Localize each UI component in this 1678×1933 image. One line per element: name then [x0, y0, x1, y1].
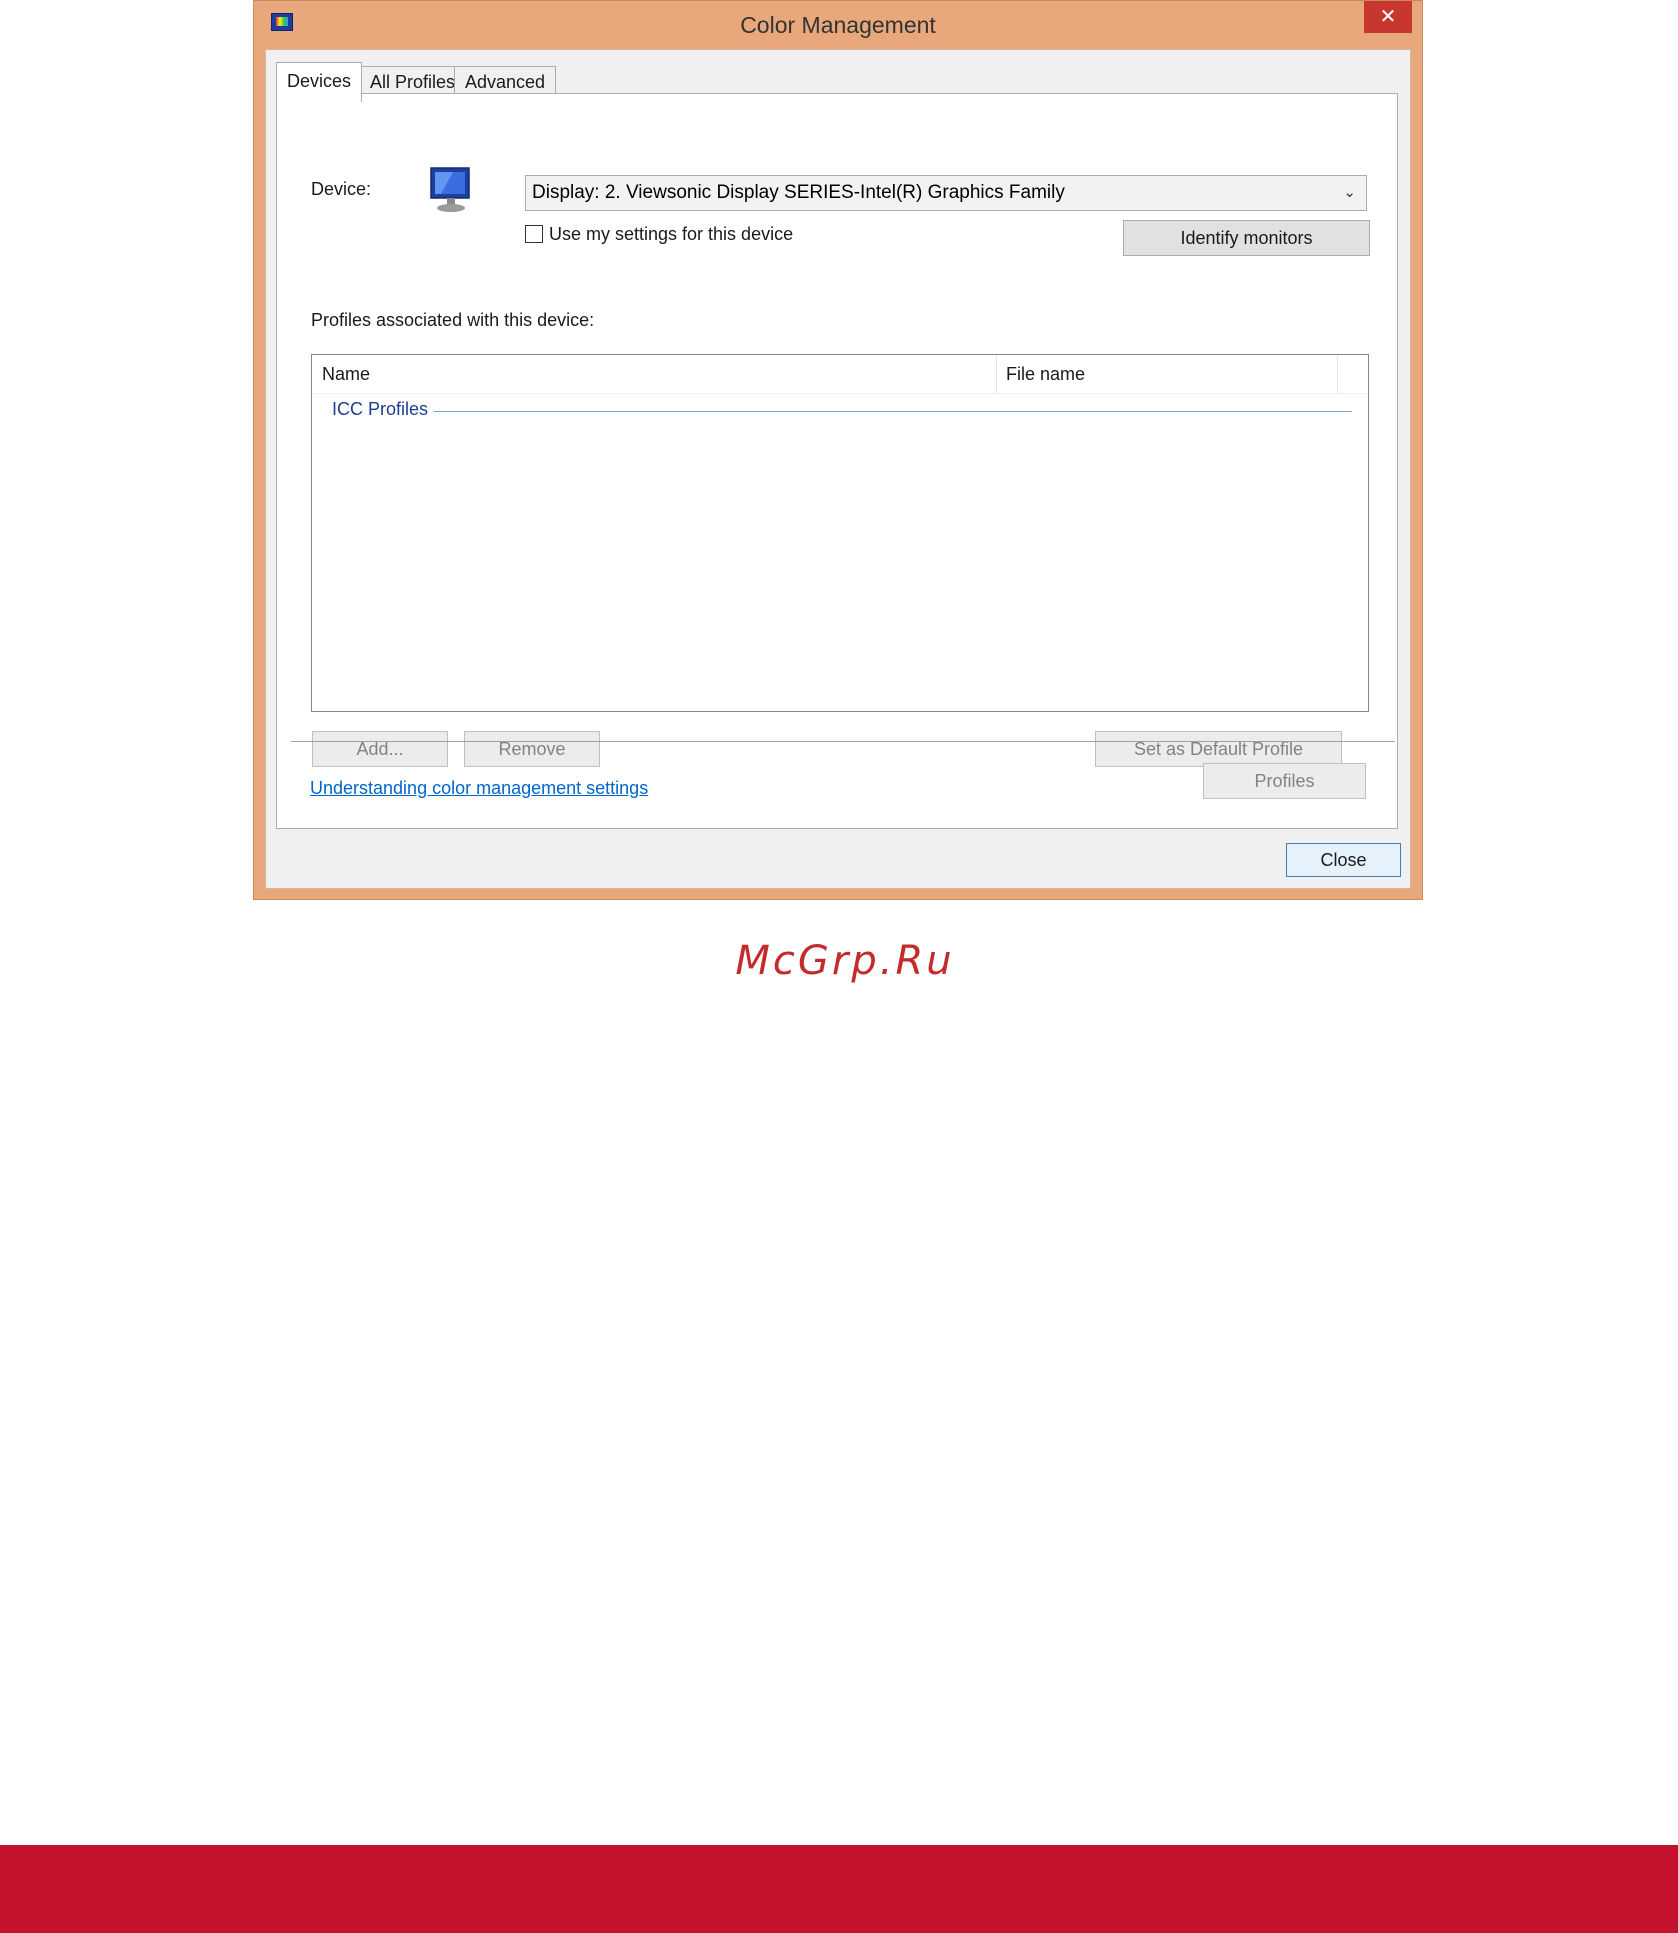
section-divider — [291, 741, 1395, 742]
tab-advanced[interactable]: Advanced — [454, 66, 557, 96]
tab-devices[interactable]: Devices — [276, 62, 363, 102]
group-icc-profiles[interactable]: ICC Profiles — [332, 399, 435, 420]
column-header-name[interactable]: Name — [312, 355, 996, 393]
column-header-file-name[interactable]: File name — [996, 355, 1336, 393]
remove-button[interactable]: Remove — [464, 731, 600, 767]
device-dropdown-value: Display: 2. Viewsonic Display SERIES-Int… — [532, 182, 1065, 203]
tab-all-profiles[interactable]: All Profiles — [359, 66, 467, 96]
header-divider — [312, 393, 1368, 394]
group-divider — [432, 411, 1352, 412]
column-separator[interactable] — [1337, 355, 1338, 393]
add-button[interactable]: Add... — [312, 731, 448, 767]
use-my-settings-label[interactable]: Use my settings for this device — [549, 224, 793, 245]
close-button[interactable]: Close — [1286, 843, 1401, 877]
color-management-window: Color Management ✕ Devices All Profiles … — [253, 0, 1423, 900]
chevron-down-icon: ⌄ — [1343, 184, 1356, 201]
window-close-button[interactable]: ✕ — [1364, 1, 1412, 33]
use-my-settings-checkbox[interactable] — [525, 225, 543, 243]
title-bar[interactable]: Color Management ✕ — [254, 1, 1422, 49]
profiles-list[interactable]: Name File name ICC Profiles — [311, 354, 1369, 712]
profiles-heading: Profiles associated with this device: — [311, 310, 595, 330]
profiles-button[interactable]: Profiles — [1203, 763, 1366, 799]
dialog-client-area: Devices All Profiles Advanced Device: Di… — [265, 49, 1411, 889]
device-label: Device: — [311, 179, 372, 199]
identify-monitors-button[interactable]: Identify monitors — [1123, 220, 1370, 256]
brand-footer-band — [0, 1845, 1678, 1933]
help-link[interactable]: Understanding color management settings — [310, 778, 648, 799]
window-title: Color Management — [740, 12, 936, 38]
monitor-icon — [430, 167, 470, 212]
set-default-profile-button[interactable]: Set as Default Profile — [1095, 731, 1342, 767]
watermark-text: McGrp.Ru — [735, 938, 955, 984]
devices-panel: Device: Display: 2. Viewsonic Display SE… — [276, 93, 1398, 829]
device-dropdown[interactable]: Display: 2. Viewsonic Display SERIES-Int… — [525, 175, 1367, 211]
